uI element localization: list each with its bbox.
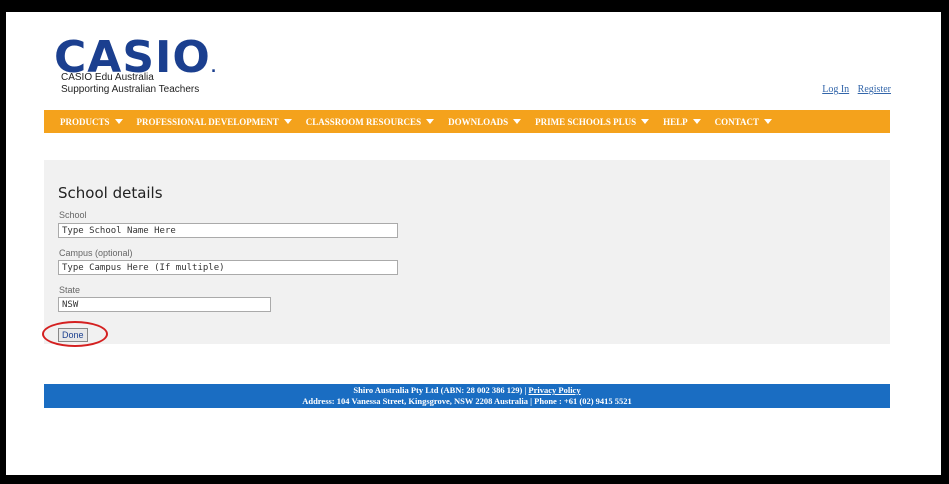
nav-classroom-resources[interactable]: CLASSROOM RESOURCES (305, 116, 435, 127)
main-nav: PRODUCTS PROFESSIONAL DEVELOPMENT CLASSR… (44, 110, 890, 133)
logo-dot: . (210, 60, 218, 76)
auth-links: Log In Register (816, 84, 891, 95)
state-input[interactable]: NSW (58, 297, 271, 312)
footer-address: Address: 104 Vanessa Street, Kingsgrove,… (302, 396, 632, 406)
nav-help[interactable]: HELP (663, 117, 701, 127)
caret-down-icon (426, 119, 435, 124)
nav-professional-development[interactable]: PROFESSIONAL DEVELOPMENT (137, 117, 292, 127)
done-highlight-circle (42, 321, 108, 347)
school-input[interactable]: Type School Name Here (58, 223, 398, 238)
page: CASIO. CASIO Edu Australia Supporting Au… (6, 12, 941, 475)
footer-line1: Shiro Australia Pty Ltd (ABN: 28 002 386… (44, 385, 890, 396)
school-details-form: School details School Type School Name H… (42, 160, 890, 347)
login-link[interactable]: Log In (822, 84, 849, 95)
caret-down-icon (692, 119, 701, 124)
nav-products[interactable]: PRODUCTS (60, 117, 123, 127)
caret-down-icon (763, 119, 772, 124)
tagline-line2: Supporting Australian Teachers (61, 84, 200, 95)
nav-label: PRODUCTS (60, 116, 110, 127)
caret-down-icon (114, 119, 123, 124)
nav-prime-schools-plus[interactable]: PRIME SCHOOLS PLUS (535, 116, 650, 127)
state-label: State (59, 285, 81, 295)
nav-label: CLASSROOM RESOURCES (305, 116, 422, 127)
tagline-line1: CASIO Edu Australia (61, 72, 154, 83)
nav-label: PROFESSIONAL DEVELOPMENT (136, 116, 279, 127)
nav-label: CONTACT (714, 116, 759, 127)
nav-label: DOWNLOADS (448, 116, 509, 127)
register-link[interactable]: Register (858, 84, 891, 95)
caret-down-icon (641, 119, 650, 124)
campus-label: Campus (optional) (59, 248, 133, 258)
tagline: CASIO Edu Australia Supporting Australia… (61, 72, 199, 96)
nav-contact[interactable]: CONTACT (715, 117, 772, 127)
privacy-policy-link[interactable]: Privacy Policy (528, 385, 580, 395)
campus-input[interactable]: Type Campus Here (If multiple) (58, 260, 398, 275)
form-title: School details (58, 184, 163, 202)
footer-company: Shiro Australia Pty Ltd (ABN: 28 002 386… (353, 385, 527, 395)
nav-label: HELP (663, 116, 688, 127)
caret-down-icon (283, 119, 292, 124)
footer: Shiro Australia Pty Ltd (ABN: 28 002 386… (44, 384, 890, 408)
nav-label: PRIME SCHOOLS PLUS (535, 116, 637, 127)
nav-downloads[interactable]: DOWNLOADS (448, 116, 522, 127)
school-label: School (59, 210, 87, 220)
caret-down-icon (513, 119, 522, 124)
